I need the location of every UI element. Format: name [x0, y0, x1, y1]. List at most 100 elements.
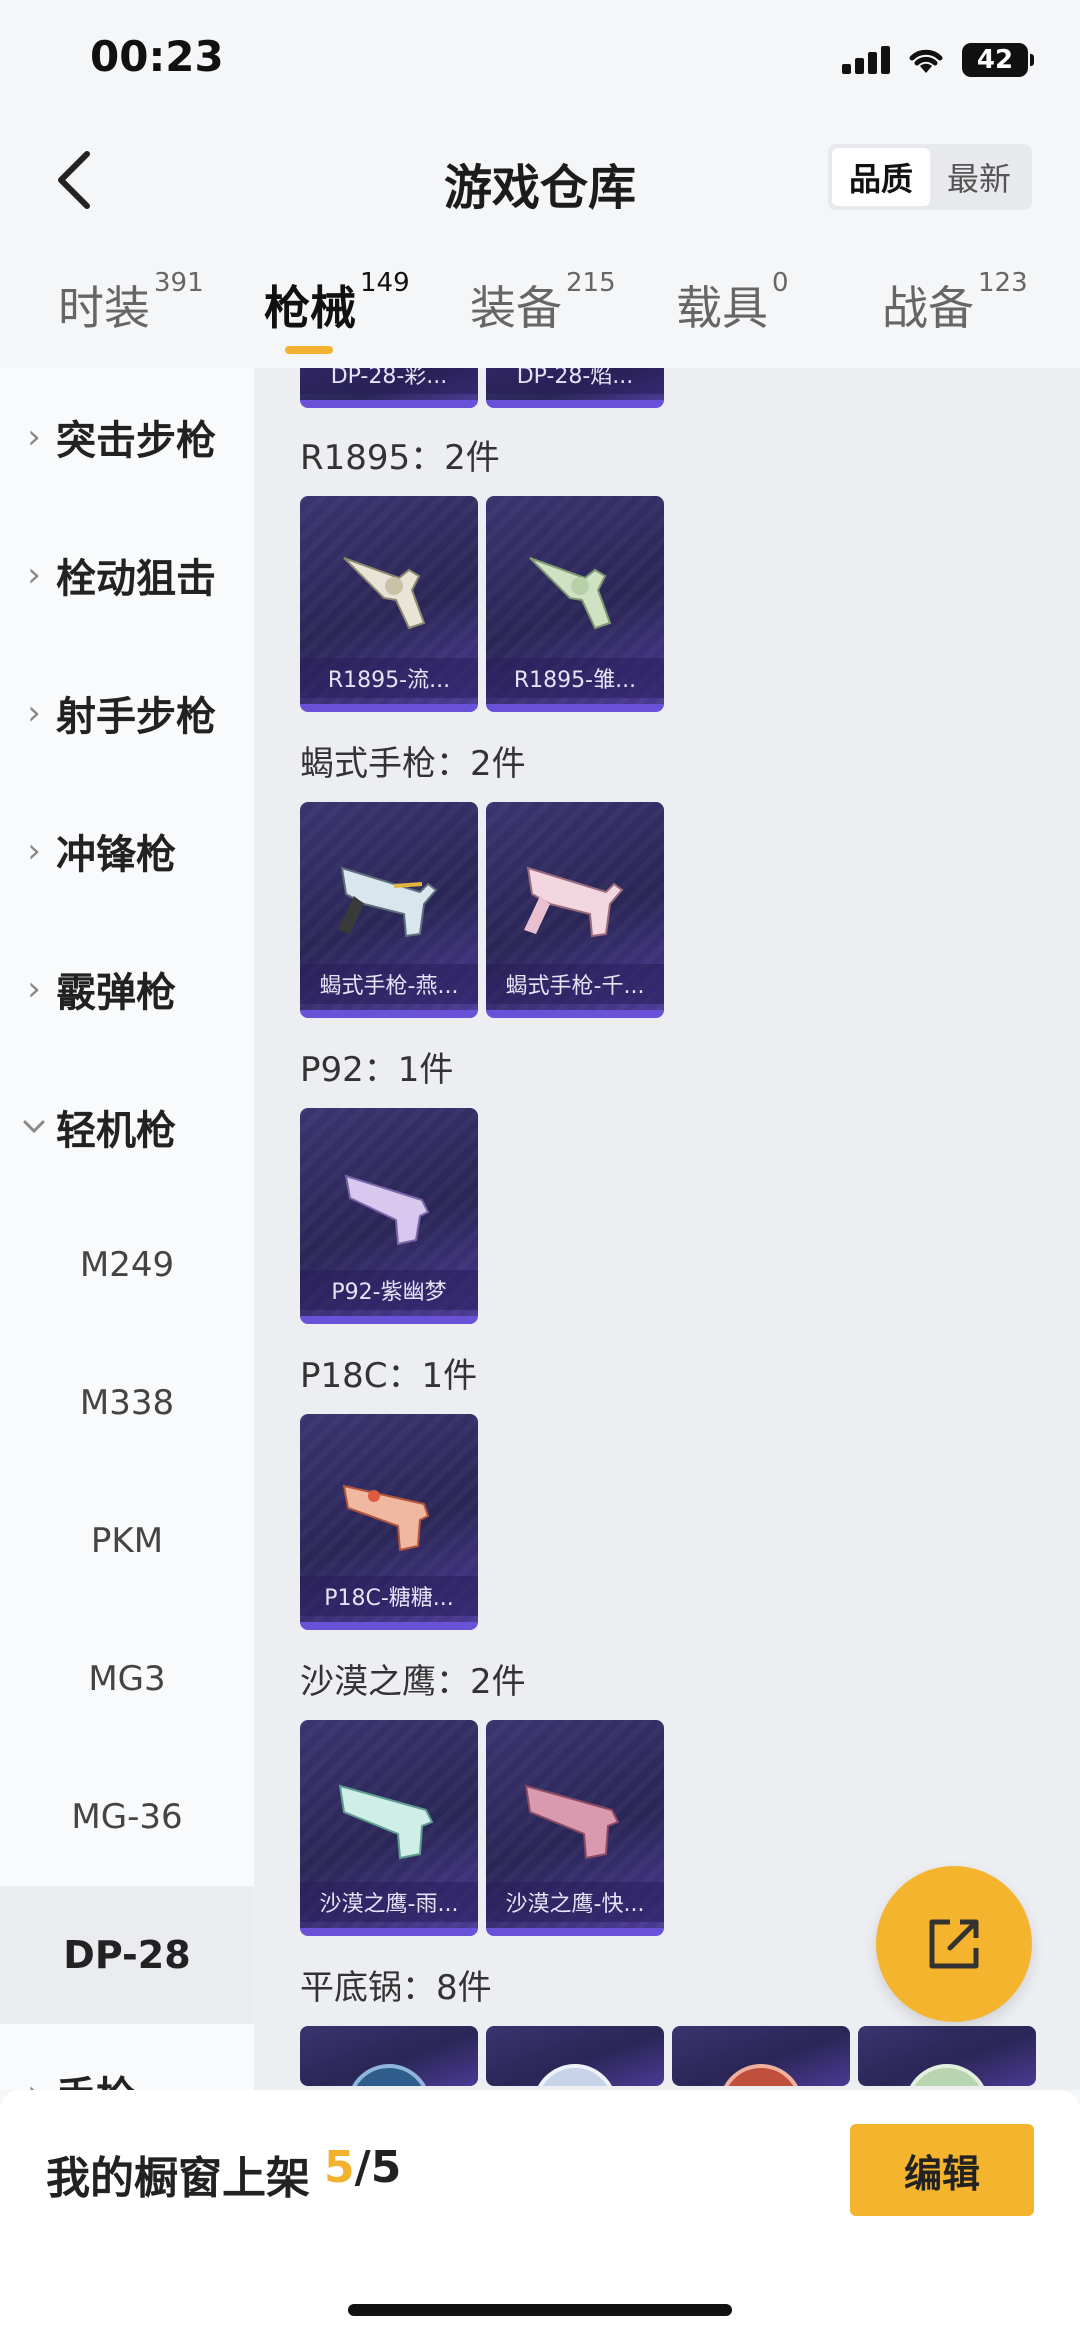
sidebar-item-label: 射手步枪 — [56, 694, 216, 740]
tab-count: 123 — [978, 268, 1028, 298]
chevron-down-icon — [22, 1120, 46, 1134]
showcase-separator: / — [354, 2142, 371, 2193]
sidebar: › 突击步枪 › 栓动狙击 › 射手步枪 › 冲锋枪 › 霰弹枪 轻机枪 M24… — [0, 368, 254, 2090]
home-indicator — [348, 2304, 732, 2316]
item-label: R1895-雏... — [486, 658, 664, 698]
item-label: P92-紫幽梦 — [300, 1270, 478, 1310]
sidebar-item-label: 栓动狙击 — [56, 556, 216, 602]
showcase-status: 我的橱窗上架 5 / 5 — [46, 2142, 401, 2206]
item-card[interactable] — [486, 2026, 664, 2086]
sidebar-item-lmg[interactable]: 轻机枪 — [0, 1058, 254, 1196]
item-label: 沙漠之鹰-快... — [486, 1882, 664, 1922]
frying-pan-icon — [352, 2064, 426, 2086]
tab-label: 装备 — [470, 281, 562, 335]
tab-label: 时装 — [58, 281, 150, 335]
sidebar-item-label: 轻机枪 — [56, 1108, 176, 1154]
chevron-right-icon: › — [27, 417, 41, 457]
chevron-right-icon: › — [27, 693, 41, 733]
item-card[interactable] — [672, 2026, 850, 2086]
group-title: R1895：2件 — [300, 438, 500, 478]
battery-icon: 42 — [962, 43, 1034, 77]
tab-label: 载具 — [676, 281, 768, 335]
header: 游戏仓库 品质 最新 — [0, 120, 1080, 240]
sidebar-sub-m338[interactable]: M338 — [0, 1334, 254, 1472]
item-card[interactable] — [300, 2026, 478, 2086]
sidebar-sub-pkm[interactable]: PKM — [0, 1472, 254, 1610]
share-icon — [929, 1919, 979, 1969]
revolver-icon — [529, 557, 612, 630]
tab-guns[interactable]: 枪械 149 — [264, 268, 410, 338]
item-card[interactable]: DP-28-焰... — [486, 368, 664, 408]
tab-count: 215 — [566, 268, 616, 298]
item-label: DP-28-焰... — [486, 368, 664, 394]
chevron-right-icon: › — [27, 969, 41, 1009]
item-card[interactable]: R1895-雏... — [486, 496, 664, 712]
bottom-bar: 我的橱窗上架 5 / 5 编辑 — [0, 2090, 1080, 2339]
edit-button[interactable]: 编辑 — [850, 2124, 1034, 2216]
item-label: R1895-流... — [300, 658, 478, 698]
tab-count: 149 — [360, 268, 410, 298]
frying-pan-icon — [910, 2064, 984, 2086]
item-label: P18C-糖糖... — [300, 1576, 478, 1616]
sidebar-item-marksman-rifle[interactable]: › 射手步枪 — [0, 644, 254, 782]
tab-count: 0 — [772, 268, 789, 298]
showcase-total: 5 — [370, 2142, 402, 2193]
item-card[interactable]: 沙漠之鹰-快... — [486, 1720, 664, 1936]
showcase-current: 5 — [324, 2142, 355, 2193]
signal-icon — [842, 46, 890, 74]
sidebar-sub-mg36[interactable]: MG-36 — [0, 1748, 254, 1886]
sidebar-sub-mg3[interactable]: MG3 — [0, 1610, 254, 1748]
sidebar-item-smg[interactable]: › 冲锋枪 — [0, 782, 254, 920]
sidebar-item-bolt-sniper[interactable]: › 栓动狙击 — [0, 506, 254, 644]
sort-newest-button[interactable]: 最新 — [930, 148, 1028, 206]
group-title: 平底锅：8件 — [300, 1968, 492, 2008]
chevron-right-icon: › — [27, 555, 41, 595]
status-bar: 00:23 42 — [0, 0, 1080, 120]
item-card[interactable]: R1895-流... — [300, 496, 478, 712]
chevron-right-icon: › — [27, 831, 41, 871]
pistol-icon — [342, 1484, 430, 1552]
group-title: P92：1件 — [300, 1050, 454, 1090]
frying-pan-icon — [538, 2064, 612, 2086]
tab-label: 枪械 — [264, 281, 356, 335]
sidebar-item-label: 突击步枪 — [56, 418, 216, 464]
item-card[interactable]: P92-紫幽梦 — [300, 1108, 478, 1324]
item-label: DP-28-彩... — [300, 368, 478, 394]
revolver-icon — [343, 557, 426, 630]
group-title: 沙漠之鹰：2件 — [300, 1662, 526, 1702]
item-card[interactable]: 蝎式手枪-千... — [486, 802, 664, 1018]
sidebar-item-shotgun[interactable]: › 霰弹枪 — [0, 920, 254, 1058]
item-label: 蝎式手枪-燕... — [300, 964, 478, 1004]
sidebar-item-label: 冲锋枪 — [56, 832, 176, 878]
pistol-icon — [344, 1174, 430, 1246]
item-card[interactable] — [858, 2026, 1036, 2086]
tab-fashion[interactable]: 时装 391 — [58, 268, 204, 338]
category-tabs: 时装 391 枪械 149 装备 215 载具 0 战备 123 — [0, 250, 1080, 368]
item-label: 沙漠之鹰-雨... — [300, 1882, 478, 1922]
frying-pan-icon — [724, 2064, 798, 2086]
item-card[interactable]: DP-28-彩... — [300, 368, 478, 408]
pistol-icon — [524, 1784, 620, 1860]
sidebar-item-pistol[interactable]: › 手枪 — [0, 2024, 254, 2090]
tab-count: 391 — [154, 268, 204, 298]
sidebar-item-label: 霰弹枪 — [56, 970, 176, 1016]
item-card[interactable]: 蝎式手枪-燕... — [300, 802, 478, 1018]
sidebar-sub-dp28[interactable]: DP-28 — [0, 1886, 254, 2024]
group-title: 蝎式手枪：2件 — [300, 744, 526, 784]
tab-vehicles[interactable]: 载具 0 — [676, 268, 789, 338]
tab-supplies[interactable]: 战备 123 — [882, 268, 1028, 338]
sort-quality-button[interactable]: 品质 — [832, 148, 930, 206]
sidebar-item-assault-rifle[interactable]: › 突击步枪 — [0, 368, 254, 506]
chevron-right-icon: › — [22, 2073, 46, 2090]
active-tab-indicator — [285, 346, 333, 354]
sidebar-sub-m249[interactable]: M249 — [0, 1196, 254, 1334]
item-label: 蝎式手枪-千... — [486, 964, 664, 1004]
group-title: P18C：1件 — [300, 1356, 478, 1396]
pistol-icon — [338, 1784, 434, 1860]
item-card[interactable]: 沙漠之鹰-雨... — [300, 1720, 478, 1936]
share-button[interactable] — [876, 1866, 1032, 2022]
tab-equipment[interactable]: 装备 215 — [470, 268, 616, 338]
sort-toggle: 品质 最新 — [828, 144, 1032, 210]
status-icons: 42 — [842, 40, 1034, 80]
item-card[interactable]: P18C-糖糖... — [300, 1414, 478, 1630]
